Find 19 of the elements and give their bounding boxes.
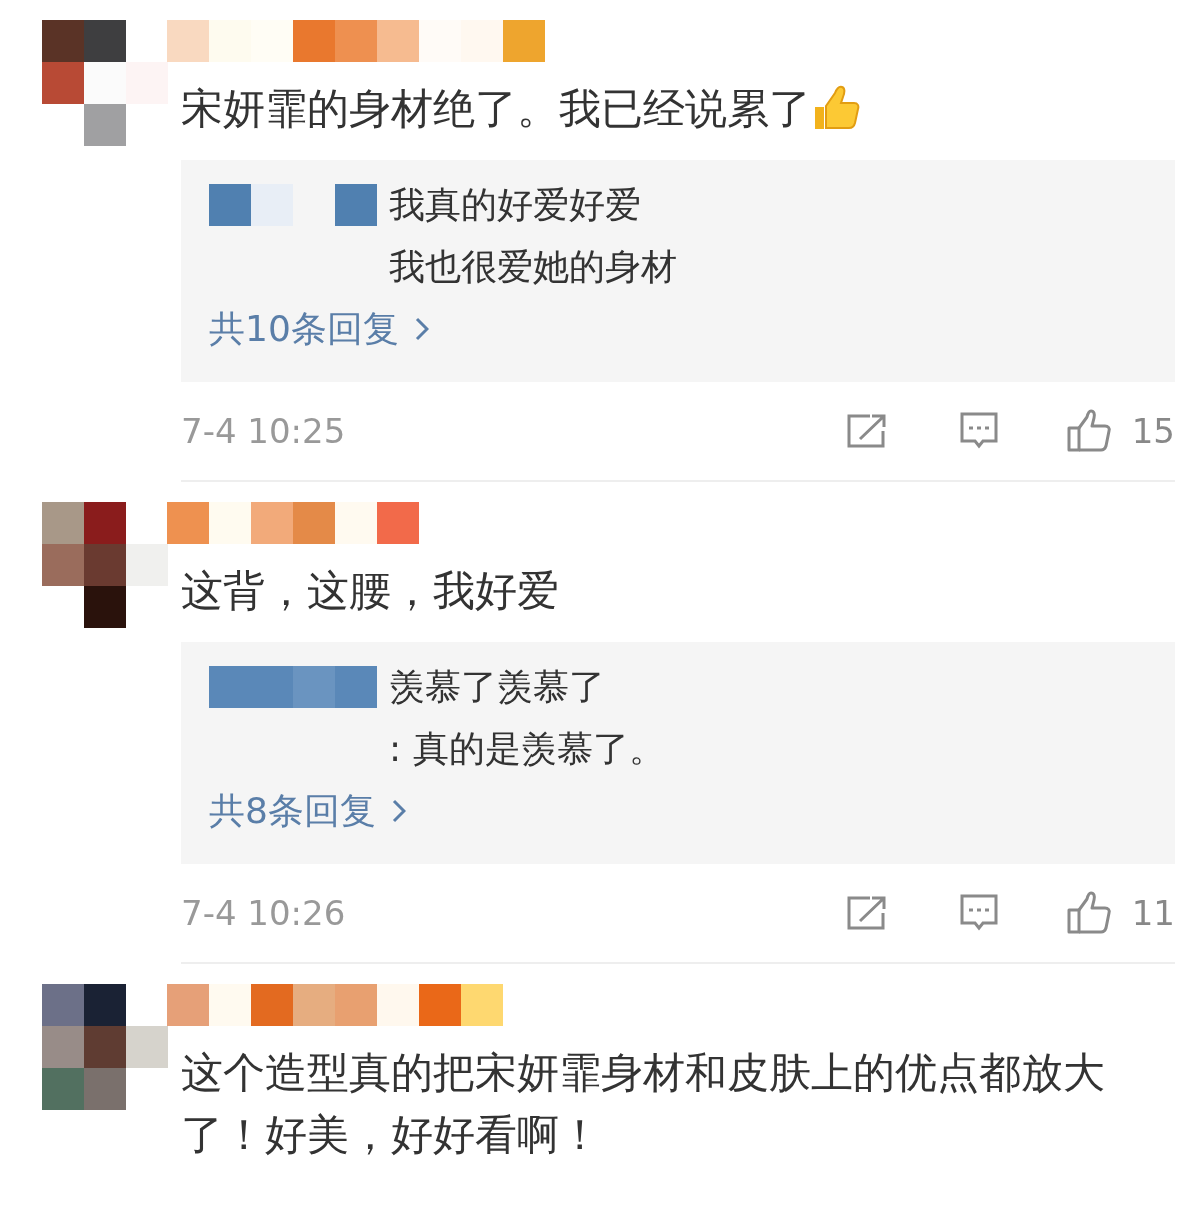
like-count: 15 [1131, 409, 1175, 453]
more-replies-link[interactable]: 共8条回复 [209, 780, 1147, 842]
reply-text: 羡慕了羡慕了 [389, 665, 605, 709]
more-replies-link[interactable]: 共10条回复 [209, 298, 1147, 360]
timestamp: 7-4 10:26 [181, 891, 346, 935]
share-icon[interactable] [845, 413, 888, 449]
like-count: 11 [1131, 891, 1175, 935]
comment-text: 这个造型真的把宋妍霏身材和皮肤上的优点都放大了！好美，好好看啊！ [181, 1047, 1106, 1161]
like-icon[interactable] [1065, 891, 1112, 935]
timestamp: 7-4 10:25 [181, 409, 346, 453]
reply-text: 我真的好爱好爱 [389, 183, 641, 227]
comment-text: 宋妍霏的身材绝了。我已经说累了 [181, 83, 811, 135]
reply-text: 我也很爱她的身材 [389, 245, 677, 289]
chevron-right-icon [414, 317, 429, 341]
share-icon[interactable] [845, 895, 888, 931]
reply-text: : 真的是羡慕了。 [389, 727, 665, 771]
chevron-right-icon [391, 799, 406, 823]
like-icon[interactable] [1065, 409, 1112, 453]
comment-text: 这背，这腰，我好爱 [181, 565, 559, 617]
